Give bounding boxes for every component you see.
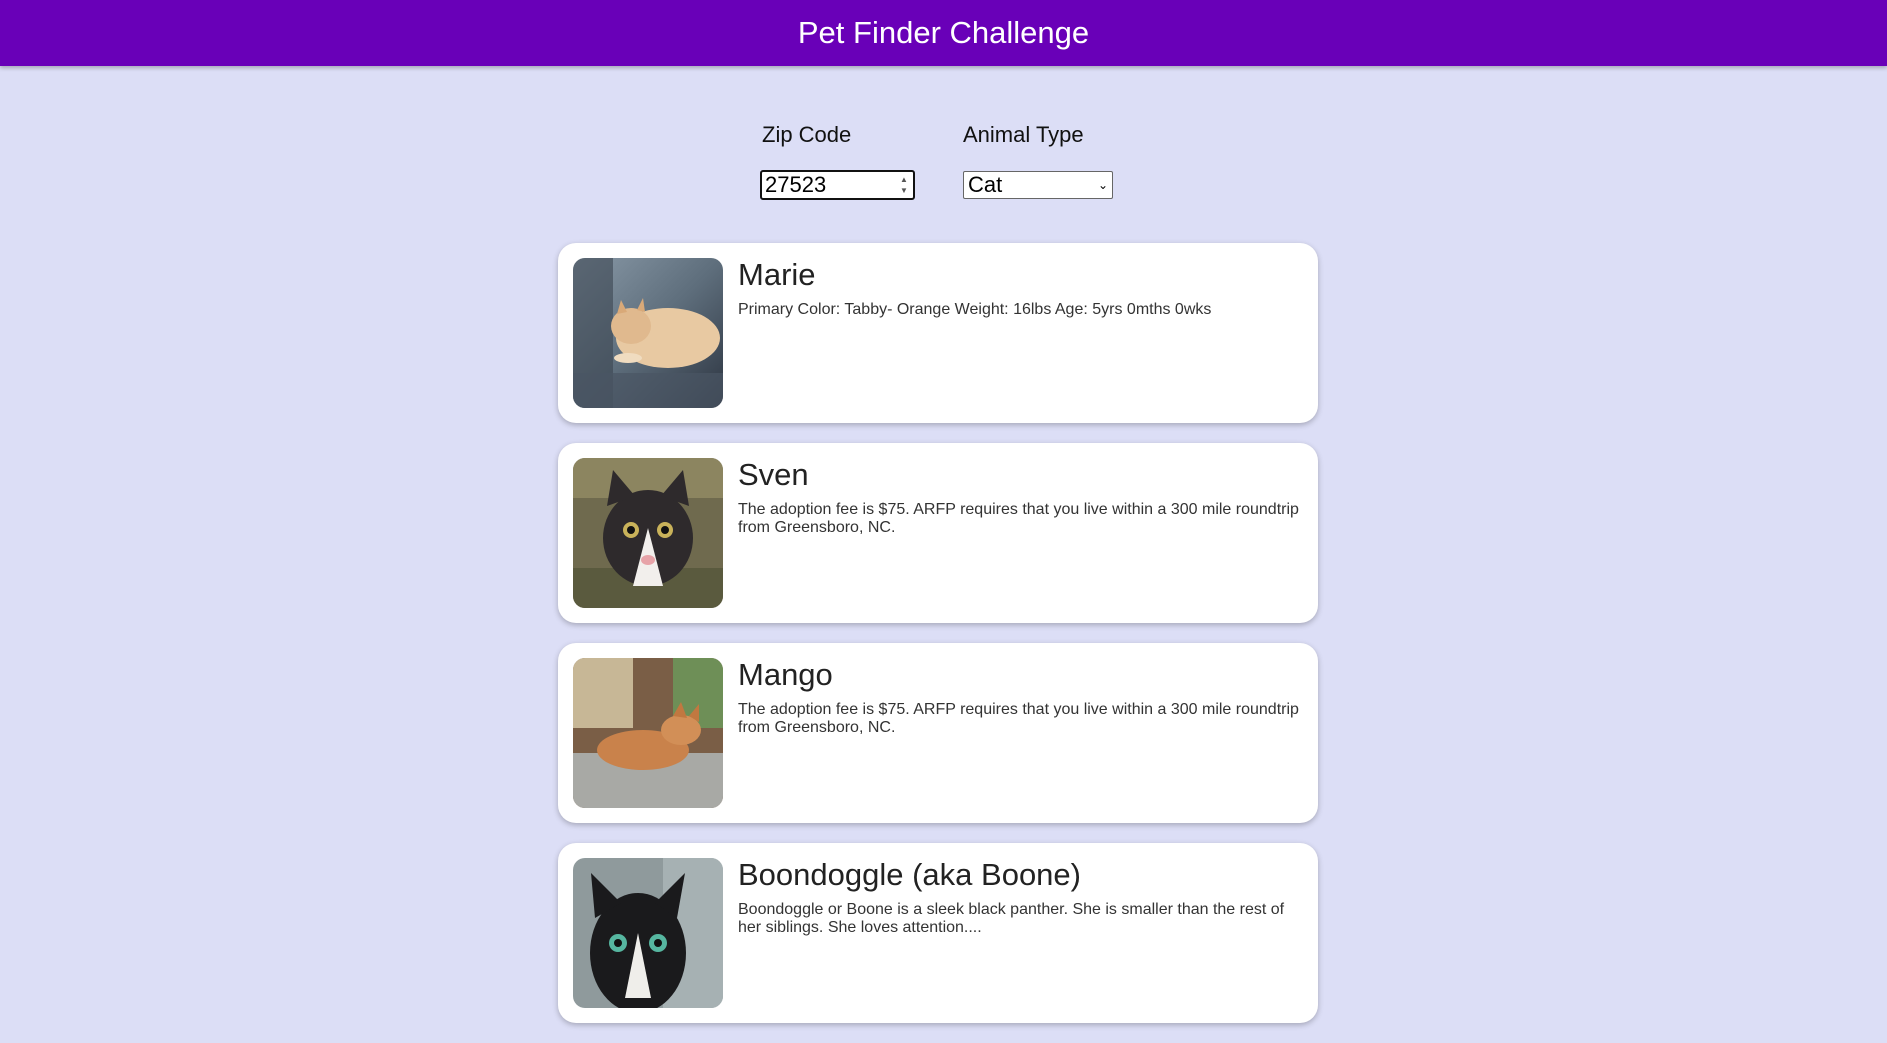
search-filters: Zip Code ▲ ▼ Animal Type Cat ⌄ [758,118,1158,208]
animal-type-selected-value: Cat [968,172,1003,197]
pet-card[interactable]: Sven The adoption fee is $75. ARFP requi… [558,443,1318,623]
animal-type-select[interactable]: Cat ⌄ [963,171,1113,199]
number-spinner[interactable]: ▲ ▼ [899,175,909,195]
page-title: Pet Finder Challenge [797,15,1090,50]
pet-name[interactable]: Boondoggle (aka Boone) [738,857,1081,893]
pet-card[interactable]: Mango The adoption fee is $75. ARFP requ… [558,643,1318,823]
spin-down-icon[interactable]: ▼ [900,186,908,195]
spin-up-icon[interactable]: ▲ [900,175,908,184]
animal-type-label: Animal Type [963,122,1084,147]
pet-description: The adoption fee is $75. ARFP requires t… [738,501,1299,536]
gray-white-kitten-photo [573,458,723,608]
zip-code-input-wrapper[interactable]: ▲ ▼ [760,170,915,200]
pet-card[interactable]: Marie Primary Color: Tabby- Orange Weigh… [558,243,1318,423]
pet-description: The adoption fee is $75. ARFP requires t… [738,701,1299,736]
app-header: Pet Finder Challenge [0,0,1887,66]
pet-card[interactable]: Boondoggle (aka Boone) Boondoggle or Boo… [558,843,1318,1023]
chevron-down-icon: ⌄ [1097,178,1108,192]
pet-description: Primary Color: Tabby- Orange Weight: 16l… [738,301,1212,318]
orange-tabby-cat-photo [573,258,723,408]
black-cat-photo [573,858,723,1008]
zip-code-filter: Zip Code ▲ ▼ [760,118,915,200]
animal-type-filter: Animal Type Cat ⌄ [963,118,1113,199]
pet-name[interactable]: Marie [738,257,816,293]
zip-code-label: Zip Code [762,122,852,147]
pet-description: Boondoggle or Boone is a sleek black pan… [738,901,1285,936]
pet-name[interactable]: Sven [738,457,809,493]
pet-name[interactable]: Mango [738,657,833,693]
pet-results-list: Marie Primary Color: Tabby- Orange Weigh… [558,243,1318,1043]
zip-code-input[interactable] [762,173,885,197]
sleeping-orange-kitten-photo [573,658,723,808]
